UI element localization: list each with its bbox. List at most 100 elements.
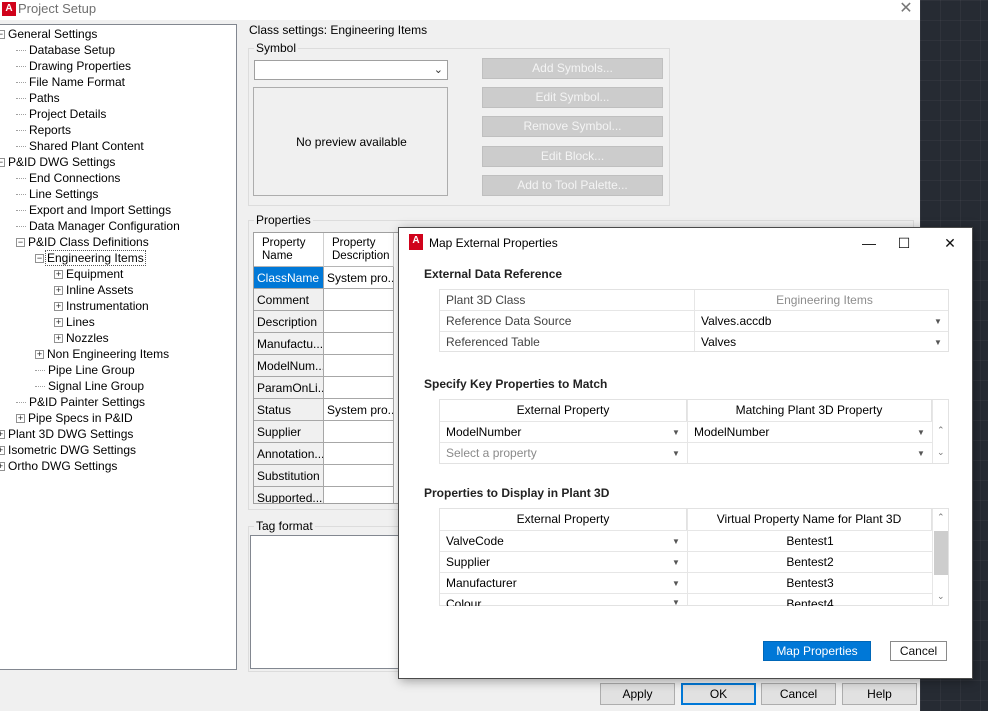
tree-item[interactable]: File Name Format <box>16 74 126 90</box>
tree-item[interactable]: P&ID Painter Settings <box>16 394 146 410</box>
key-plant-property-select[interactable]: ModelNumber <box>688 422 932 443</box>
tree-item[interactable]: Signal Line Group <box>35 378 145 394</box>
expand-icon[interactable]: + <box>54 286 63 296</box>
grid-row-name[interactable]: ModelNum... <box>254 355 324 377</box>
key-external-property-select[interactable]: ModelNumber <box>440 422 686 443</box>
key-plant-property-empty-select[interactable] <box>688 443 932 464</box>
grid-row-name[interactable]: Supported... <box>254 487 324 503</box>
display-external-property-select[interactable]: Colour <box>440 594 686 606</box>
grid-row-name[interactable]: Status <box>254 399 324 421</box>
virtual-property-name-field[interactable]: Bentest4 <box>688 594 932 606</box>
grid-row-description[interactable]: System pro... <box>324 399 394 421</box>
properties-grid[interactable]: Property Name Property Description ClassNa… <box>253 232 403 504</box>
dropdown-arrow-icon[interactable]: ▼ <box>672 449 680 458</box>
virtual-property-name-field[interactable]: Bentest3 <box>688 573 932 594</box>
grid-row-name[interactable]: Substitution <box>254 465 324 487</box>
grid-row-description[interactable] <box>324 377 394 399</box>
symbol-select[interactable]: ⌄ <box>254 60 448 80</box>
tree-item[interactable]: −General Settings <box>0 26 98 42</box>
collapse-icon[interactable]: − <box>16 238 25 248</box>
dropdown-arrow-icon[interactable]: ▼ <box>672 537 680 546</box>
grid-column-header[interactable]: Property Description <box>324 233 394 267</box>
key-external-property-placeholder[interactable]: Select a property <box>440 443 686 464</box>
tree-item[interactable]: Project Details <box>16 106 107 122</box>
grid-row-description[interactable] <box>324 465 394 487</box>
grid-row-description[interactable] <box>324 311 394 333</box>
close-icon[interactable]: ✕ <box>938 232 962 254</box>
add-to-tool-palette-button[interactable]: Add to Tool Palette... <box>482 175 663 196</box>
edit-symbol-button[interactable]: Edit Symbol... <box>482 87 663 108</box>
grid-row-name[interactable]: ParamOnLi... <box>254 377 324 399</box>
settings-tree[interactable]: −General SettingsDatabase SetupDrawing P… <box>0 24 237 670</box>
dropdown-arrow-icon[interactable]: ▼ <box>934 338 942 347</box>
tree-item[interactable]: + Equipment <box>54 266 124 282</box>
dialog-cancel-button[interactable]: Cancel <box>890 641 947 661</box>
tag-format-box[interactable] <box>250 535 400 669</box>
virtual-property-name-field[interactable]: Bentest2 <box>688 552 932 573</box>
tree-item[interactable]: + Lines <box>54 314 96 330</box>
tree-item[interactable]: Reports <box>16 122 72 138</box>
grid-row-name[interactable]: Description <box>254 311 324 333</box>
dropdown-arrow-icon[interactable]: ▼ <box>917 449 925 458</box>
scroll-up-icon[interactable]: ⌃ <box>937 512 945 523</box>
scroll-up-icon[interactable]: ⌃ <box>937 425 945 436</box>
grid-row-description[interactable] <box>324 333 394 355</box>
grid-column-header[interactable]: Property Name <box>254 233 324 267</box>
grid-row-name[interactable]: Supplier <box>254 421 324 443</box>
tree-item[interactable]: +Isometric DWG Settings <box>0 442 137 458</box>
grid-row-description[interactable] <box>324 289 394 311</box>
grid-row-description[interactable]: System pro... <box>324 267 394 289</box>
dropdown-arrow-icon[interactable]: ▼ <box>672 598 680 607</box>
tree-item[interactable]: Pipe Line Group <box>35 362 136 378</box>
expand-icon[interactable]: + <box>0 462 5 472</box>
edit-block-button[interactable]: Edit Block... <box>482 146 663 167</box>
virtual-property-name-field[interactable]: Bentest1 <box>688 531 932 552</box>
maximize-icon[interactable]: ☐ <box>892 232 916 254</box>
dropdown-arrow-icon[interactable]: ▼ <box>672 558 680 567</box>
cancel-button[interactable]: Cancel <box>761 683 836 705</box>
ok-button[interactable]: OK <box>681 683 756 705</box>
tree-item[interactable]: End Connections <box>16 170 121 186</box>
map-properties-button[interactable]: Map Properties <box>763 641 871 661</box>
expand-icon[interactable]: + <box>54 270 63 280</box>
referenced-table-select[interactable]: Valves <box>695 332 948 353</box>
dropdown-arrow-icon[interactable]: ▼ <box>672 428 680 437</box>
remove-symbol-button[interactable]: Remove Symbol... <box>482 116 663 137</box>
expand-icon[interactable]: + <box>54 318 63 328</box>
scrollbar-thumb[interactable] <box>934 531 948 575</box>
tree-item[interactable]: + Non Engineering Items <box>35 346 170 362</box>
collapse-icon[interactable]: − <box>0 30 5 40</box>
tree-item[interactable]: Database Setup <box>16 42 116 58</box>
reference-data-source-select[interactable]: Valves.accdb <box>695 311 948 332</box>
tree-item[interactable]: Line Settings <box>16 186 99 202</box>
dropdown-arrow-icon[interactable]: ▼ <box>672 579 680 588</box>
expand-icon[interactable]: + <box>0 446 5 456</box>
scroll-down-icon[interactable]: ⌄ <box>937 591 945 602</box>
tree-item[interactable]: + Inline Assets <box>54 282 134 298</box>
tree-item[interactable]: Drawing Properties <box>16 58 132 74</box>
collapse-icon[interactable]: − <box>35 254 44 264</box>
tree-item[interactable]: −P&ID DWG Settings <box>0 154 116 170</box>
expand-icon[interactable]: + <box>35 350 44 360</box>
tree-item[interactable]: − P&ID Class Definitions <box>16 234 150 250</box>
grid-row-name[interactable]: Comment <box>254 289 324 311</box>
tree-item[interactable]: Data Manager Configuration <box>16 218 181 234</box>
dropdown-arrow-icon[interactable]: ▼ <box>917 428 925 437</box>
add-symbols-button[interactable]: Add Symbols... <box>482 58 663 79</box>
scroll-down-icon[interactable]: ⌄ <box>937 447 945 458</box>
grid-row-description[interactable] <box>324 443 394 465</box>
expand-icon[interactable]: + <box>16 414 25 424</box>
expand-icon[interactable]: + <box>0 430 5 440</box>
expand-icon[interactable]: + <box>54 334 63 344</box>
display-external-property-select[interactable]: Supplier <box>440 552 686 573</box>
grid-row-name[interactable]: Manufactu... <box>254 333 324 355</box>
close-icon[interactable]: ✕ <box>894 0 918 19</box>
grid-row-description[interactable] <box>324 487 394 503</box>
tree-item[interactable]: + Instrumentation <box>54 298 150 314</box>
tree-item[interactable]: − Engineering Items <box>35 250 146 266</box>
tree-item[interactable]: +Plant 3D DWG Settings <box>0 426 134 442</box>
tree-item[interactable]: + Pipe Specs in P&ID <box>16 410 134 426</box>
apply-button[interactable]: Apply <box>600 683 675 705</box>
tree-item[interactable]: + Nozzles <box>54 330 110 346</box>
tree-item[interactable]: Export and Import Settings <box>16 202 172 218</box>
